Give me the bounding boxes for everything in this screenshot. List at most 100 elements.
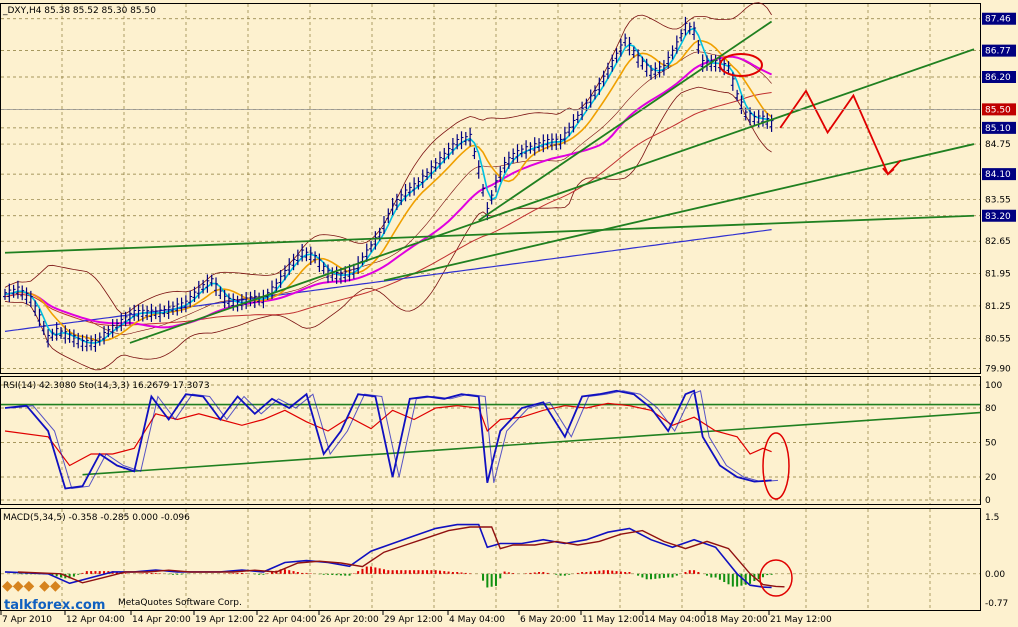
macd-histogram-bar (426, 570, 429, 574)
macd-tick-label: 0.00 (985, 570, 1005, 580)
macd-histogram-bar (305, 572, 308, 574)
macd-header: MACD(5,34,5) -0.358 -0.285 0.000 -0.096 (3, 513, 190, 523)
macd-histogram-bar (723, 573, 726, 583)
price-header: _DXY,H4 85.38 85.52 85.30 85.50 (2, 6, 156, 16)
macd-histogram-bar (710, 573, 713, 578)
macd-histogram-bar (671, 573, 674, 578)
macd-histogram-bar (538, 572, 541, 574)
macd-histogram-bar (714, 573, 717, 578)
macd-histogram-bar (451, 572, 454, 574)
macd-histogram-bar (654, 573, 657, 579)
macd-histogram-bar (736, 573, 739, 587)
watermark-logo: ◆◆◆ ◆◆ (2, 578, 61, 594)
macd-histogram-bar (292, 571, 295, 574)
macd-histogram-bar (322, 573, 325, 575)
macd-histogram-bar (98, 571, 101, 574)
macd-histogram-bar (171, 573, 174, 575)
time-axis-label: 29 Apr 12:00 (384, 615, 443, 625)
macd-histogram-bar (658, 573, 661, 579)
macd-histogram-bar (624, 572, 627, 574)
macd-histogram-bar (339, 573, 342, 576)
macd-histogram-bar (628, 572, 631, 574)
price-tick-label: 80.55 (985, 334, 1011, 344)
macd-panel-frame (0, 508, 981, 611)
macd-histogram-bar (154, 572, 157, 574)
macd-histogram-bar (146, 573, 149, 574)
macd-histogram-bar (430, 570, 433, 574)
macd-histogram-bar (697, 572, 700, 574)
macd-histogram-bar (611, 570, 614, 574)
macd-histogram-bar (684, 572, 687, 574)
macd-histogram-bar (555, 573, 558, 575)
macd-histogram-bar (619, 571, 622, 574)
macd-histogram-bar (365, 566, 368, 574)
macd-histogram-bar (662, 573, 665, 578)
macd-histogram-bar (645, 573, 648, 580)
macd-tick-label: 1.5 (985, 513, 999, 523)
price-tick-label: 83.55 (985, 196, 1011, 206)
macd-histogram-bar (94, 571, 97, 574)
macd-histogram-bar (361, 568, 364, 574)
price-tick-label: 81.25 (985, 302, 1011, 312)
macd-histogram-bar (533, 572, 536, 574)
macd-histogram-bar (581, 572, 584, 574)
macd-histogram-bar (606, 570, 609, 574)
macd-histogram-bar (731, 573, 734, 587)
macd-histogram-bar (546, 572, 549, 574)
macd-histogram-bar (378, 568, 381, 574)
price-tick-label: 83.20 (985, 212, 1011, 222)
macd-histogram-bar (675, 573, 678, 576)
macd-histogram-bar (766, 573, 769, 576)
macd-histogram-bar (464, 572, 467, 574)
macd-histogram-bar (568, 573, 571, 575)
time-axis-label: 19 Apr 12:00 (195, 615, 254, 625)
macd-histogram-bar (236, 572, 239, 574)
macd-histogram-bar (387, 570, 390, 574)
macd-histogram-bar (382, 569, 385, 574)
macd-histogram-bar (283, 569, 286, 574)
price-tick-label: 82.65 (985, 237, 1011, 247)
rsi-tick-label: 50 (985, 439, 997, 449)
macd-histogram-bar (761, 573, 764, 578)
macd-histogram-bar (288, 570, 291, 574)
macd-histogram-bar (486, 573, 489, 588)
macd-histogram-bar (370, 566, 373, 574)
macd-histogram-bar (262, 573, 265, 575)
macd-histogram-bar (650, 573, 652, 580)
time-axis-label: 18 May 20:00 (706, 615, 768, 625)
macd-histogram-bar (400, 570, 403, 574)
macd-histogram-bar (180, 573, 183, 575)
macd-histogram-bar (602, 570, 605, 574)
macd-histogram-bar (438, 570, 441, 574)
rsi-header: RSI(14) 42.3080 Sto(14,3,3) 16.2679 17.3… (3, 381, 210, 391)
time-axis-label: 6 May 20:00 (520, 615, 576, 625)
rsi-tick-label: 0 (985, 496, 991, 506)
price-tick-label: 81.95 (985, 270, 1011, 280)
macd-histogram-bar (232, 573, 235, 574)
trading-chart[interactable]: 87.46 86.77 86.20 85.50 85.10 84.75 84.10 83.55… (0, 0, 1018, 627)
rsi-tick-label: 20 (985, 473, 997, 483)
macd-histogram-bar (335, 573, 338, 576)
macd-histogram-bar (150, 572, 153, 574)
macd-histogram-bar (585, 572, 588, 574)
macd-histogram-bar (559, 573, 562, 576)
macd-histogram-bar (740, 573, 743, 586)
macd-histogram-bar (124, 573, 127, 574)
macd-histogram-bar (374, 567, 377, 574)
macd-histogram-bar (641, 573, 644, 578)
macd-histogram-bar (594, 571, 597, 574)
macd-histogram-bar (417, 570, 420, 574)
macd-histogram-bar (542, 572, 545, 574)
macd-histogram-bar (529, 572, 532, 574)
price-tick-label: 84.75 (985, 140, 1011, 150)
macd-histogram-bar (344, 573, 347, 576)
macd-histogram-bar (296, 572, 299, 574)
time-axis-label: 14 Apr 20:00 (132, 615, 191, 625)
macd-histogram-bar (348, 573, 351, 576)
macd-histogram-bar (718, 573, 721, 580)
macd-histogram-bar (637, 573, 640, 576)
macd-histogram-bar (176, 573, 179, 575)
macd-histogram-bar (749, 573, 752, 584)
macd-histogram-bar (301, 572, 304, 574)
macd-histogram-bar (667, 573, 670, 578)
